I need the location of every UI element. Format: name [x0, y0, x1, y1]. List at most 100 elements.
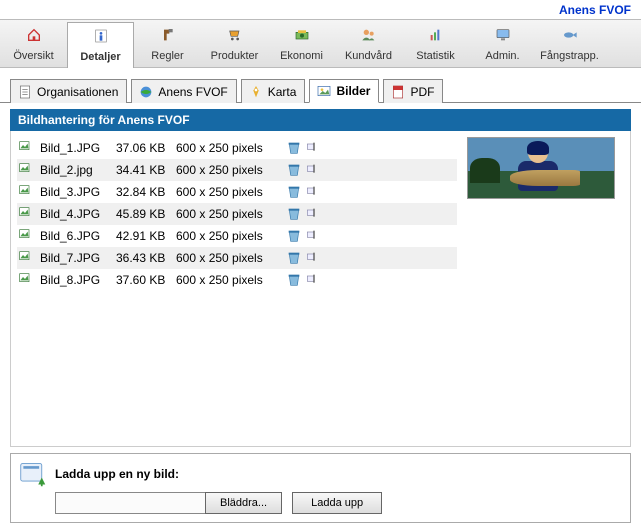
- file-size: 45.89 KB: [116, 207, 176, 221]
- delete-button[interactable]: [284, 184, 304, 200]
- cart-icon: [204, 25, 265, 49]
- file-name[interactable]: Bild_8.JPG: [40, 273, 116, 287]
- file-name[interactable]: Bild_6.JPG: [40, 229, 116, 243]
- file-name[interactable]: Bild_2.jpg: [40, 163, 116, 177]
- toolbar-label: Detaljer: [70, 51, 131, 63]
- toolbar-label: Ekonomi: [271, 50, 332, 62]
- money-icon: [271, 25, 332, 49]
- tab-label: Bilder: [336, 84, 370, 98]
- toolbar-label: Produkter: [204, 50, 265, 62]
- browse-button[interactable]: Bläddra...: [205, 492, 282, 514]
- home-icon: [3, 25, 64, 49]
- toolbar-label: Admin.: [472, 50, 533, 62]
- file-name[interactable]: Bild_3.JPG: [40, 185, 116, 199]
- toolbar-item-fngstrapp[interactable]: Fångstrapp.: [536, 22, 603, 67]
- tab-label: Anens FVOF: [158, 85, 227, 99]
- file-size: 42.91 KB: [116, 229, 176, 243]
- hammer-icon: [137, 25, 198, 49]
- rename-button[interactable]: [304, 250, 324, 266]
- rename-button[interactable]: [304, 184, 324, 200]
- file-row: Bild_2.jpg34.41 KB600 x 250 pixels: [17, 159, 457, 181]
- file-dimensions: 600 x 250 pixels: [176, 185, 284, 199]
- file-row: Bild_3.JPG32.84 KB600 x 250 pixels: [17, 181, 457, 203]
- main-toolbar: ÖversiktDetaljer Regler Produkter Ekonomi Ku…: [0, 19, 641, 68]
- sub-tabs: Organisationen Anens FVOF Karta Bilder PDF: [0, 68, 641, 103]
- panel-body: Bild_1.JPG37.06 KB600 x 250 pixelsBild_2…: [10, 131, 631, 447]
- upload-icon: [19, 460, 47, 488]
- file-image-icon: [19, 141, 35, 155]
- info-icon: [70, 26, 131, 50]
- file-image-icon: [19, 185, 35, 199]
- upload-panel: Ladda upp en ny bild: Bläddra... Ladda u…: [10, 453, 631, 523]
- image-icon: [316, 83, 332, 99]
- file-image-icon: [19, 207, 35, 221]
- file-dimensions: 600 x 250 pixels: [176, 141, 284, 155]
- file-dimensions: 600 x 250 pixels: [176, 251, 284, 265]
- content-area: Bildhantering för Anens FVOF Bild_1.JPG3…: [0, 103, 641, 447]
- file-row: Bild_4.JPG45.89 KB600 x 250 pixels: [17, 203, 457, 225]
- tab-organisationen[interactable]: Organisationen: [10, 79, 127, 103]
- fish-icon: [539, 25, 600, 49]
- tab-karta[interactable]: Karta: [241, 79, 306, 103]
- panel-title: Bildhantering för Anens FVOF: [10, 109, 631, 131]
- file-image-icon: [19, 229, 35, 243]
- delete-button[interactable]: [284, 140, 304, 156]
- delete-button[interactable]: [284, 206, 304, 222]
- rename-button[interactable]: [304, 162, 324, 178]
- monitor-icon: [472, 25, 533, 49]
- globe-icon: [138, 84, 154, 100]
- upload-label: Ladda upp en ny bild:: [55, 467, 179, 481]
- users-icon: [338, 25, 399, 49]
- delete-button[interactable]: [284, 250, 304, 266]
- tab-anensfvof[interactable]: Anens FVOF: [131, 79, 236, 103]
- toolbar-item-regler[interactable]: Regler: [134, 22, 201, 67]
- file-name[interactable]: Bild_1.JPG: [40, 141, 116, 155]
- file-list: Bild_1.JPG37.06 KB600 x 250 pixelsBild_2…: [17, 137, 457, 291]
- rename-button[interactable]: [304, 206, 324, 222]
- file-size: 32.84 KB: [116, 185, 176, 199]
- file-input[interactable]: Bläddra...: [55, 492, 282, 514]
- org-link[interactable]: Anens FVOF: [559, 3, 631, 17]
- toolbar-item-kundvrd[interactable]: Kundvård: [335, 22, 402, 67]
- file-size: 36.43 KB: [116, 251, 176, 265]
- tab-pdf[interactable]: PDF: [383, 79, 443, 103]
- delete-button[interactable]: [284, 162, 304, 178]
- toolbar-item-versikt[interactable]: Översikt: [0, 22, 67, 67]
- toolbar-label: Kundvård: [338, 50, 399, 62]
- file-dimensions: 600 x 250 pixels: [176, 273, 284, 287]
- doc-icon: [17, 84, 33, 100]
- rename-button[interactable]: [304, 272, 324, 288]
- file-dimensions: 600 x 250 pixels: [176, 207, 284, 221]
- file-image-icon: [19, 163, 35, 177]
- file-name[interactable]: Bild_7.JPG: [40, 251, 116, 265]
- rename-button[interactable]: [304, 228, 324, 244]
- toolbar-item-detaljer[interactable]: Detaljer: [67, 22, 134, 68]
- chart-icon: [405, 25, 466, 49]
- delete-button[interactable]: [284, 228, 304, 244]
- toolbar-item-admin[interactable]: Admin.: [469, 22, 536, 67]
- delete-button[interactable]: [284, 272, 304, 288]
- file-name[interactable]: Bild_4.JPG: [40, 207, 116, 221]
- file-row: Bild_6.JPG42.91 KB600 x 250 pixels: [17, 225, 457, 247]
- file-size: 34.41 KB: [116, 163, 176, 177]
- file-size: 37.06 KB: [116, 141, 176, 155]
- file-row: Bild_8.JPG37.60 KB600 x 250 pixels: [17, 269, 457, 291]
- rename-button[interactable]: [304, 140, 324, 156]
- file-size: 37.60 KB: [116, 273, 176, 287]
- toolbar-item-ekonomi[interactable]: Ekonomi: [268, 22, 335, 67]
- tab-label: PDF: [410, 85, 434, 99]
- tab-label: Karta: [268, 85, 297, 99]
- toolbar-item-produkter[interactable]: Produkter: [201, 22, 268, 67]
- toolbar-label: Statistik: [405, 50, 466, 62]
- top-link-bar: Anens FVOF: [0, 0, 641, 19]
- image-preview[interactable]: [467, 137, 615, 199]
- upload-button[interactable]: Ladda upp: [292, 492, 382, 514]
- pdf-icon: [390, 84, 406, 100]
- file-dimensions: 600 x 250 pixels: [176, 163, 284, 177]
- file-path-field[interactable]: [55, 492, 205, 514]
- toolbar-item-statistik[interactable]: Statistik: [402, 22, 469, 67]
- toolbar-label: Regler: [137, 50, 198, 62]
- tab-bilder[interactable]: Bilder: [309, 79, 379, 103]
- file-image-icon: [19, 251, 35, 265]
- file-row: Bild_7.JPG36.43 KB600 x 250 pixels: [17, 247, 457, 269]
